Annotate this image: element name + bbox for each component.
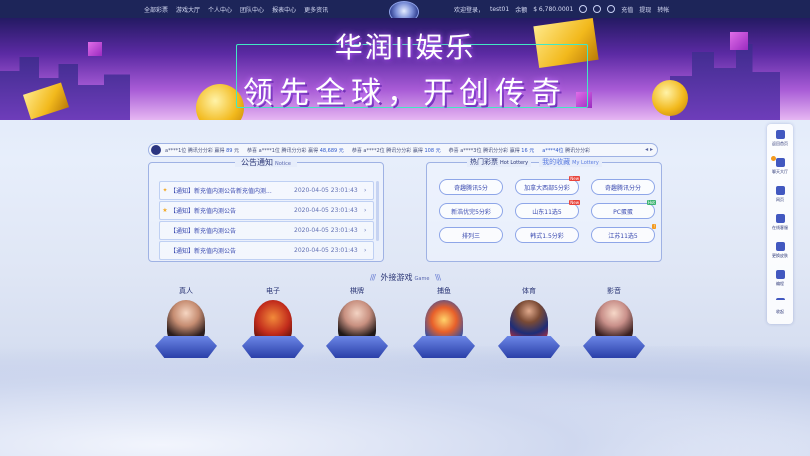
eye-icon[interactable]	[579, 5, 588, 13]
username[interactable]: test01	[490, 6, 509, 13]
nav-all-lottery[interactable]: 全部彩票	[144, 5, 168, 14]
withdraw-link[interactable]: 提现	[639, 5, 651, 14]
nav-report-center[interactable]: 报表中心	[272, 5, 296, 14]
ticker-entry: 恭喜 a****1位 腾讯分分彩 赢得 48,689 元	[247, 147, 344, 154]
lottery-item[interactable]: 排列三	[439, 227, 503, 243]
stripe-decoration: ///	[369, 273, 377, 282]
sidebar-item-chat-hall[interactable]: 聊天大厅	[767, 152, 793, 180]
balance-value: $ 6,780.0001	[533, 5, 574, 13]
game-platform	[583, 336, 645, 358]
game-platform	[155, 336, 217, 358]
transfer-link[interactable]: 转帐	[657, 5, 669, 14]
alert-badge: !	[652, 224, 656, 229]
sidebar-item-edit[interactable]: 编程	[767, 264, 793, 292]
lottery-item[interactable]: 加拿大西部5分彩 New	[515, 176, 580, 195]
notice-row[interactable]: 【通知】新充值内测公告 2020-04-05 23:01:43 ›	[159, 221, 374, 240]
notice-row[interactable]: ✦ 【通知】新充值内测公告新充值内测... 2020-04-05 23:01:4…	[159, 181, 374, 200]
notice-panel: 公告通知 Notice ✦ 【通知】新充值内测公告新充值内测... 2020-04…	[148, 158, 384, 262]
game-platform	[242, 336, 304, 358]
tab-my-lottery[interactable]: 我的收藏 My Lottery	[539, 157, 602, 167]
game-video[interactable]: 影音	[579, 286, 649, 366]
ticker-arrows-icon[interactable]: ◂ ▸	[645, 146, 653, 153]
chevron-right-icon: ›	[364, 207, 367, 214]
banner-slogan: 领先全球，开创传奇	[243, 76, 567, 111]
new-badge: New	[569, 176, 580, 181]
lottery-item[interactable]: 韩式1.5分彩	[515, 227, 579, 243]
headset-icon	[775, 213, 785, 223]
sidebar-item-home[interactable]: 返回首页	[767, 124, 793, 152]
sidebar-item-webpage[interactable]: 网页	[767, 180, 793, 208]
notice-scrollbar[interactable]	[376, 181, 379, 241]
game-platform	[326, 336, 388, 358]
sidebar-item-skin[interactable]: 更换皮肤	[767, 236, 793, 264]
lottery-item[interactable]: PC蛋蛋 Hot	[591, 200, 656, 219]
chevron-right-icon: ›	[364, 227, 367, 234]
palette-icon	[775, 241, 785, 251]
collapse-icon	[775, 297, 785, 307]
chat-icon	[775, 157, 785, 167]
lottery-tabs: 热门彩票 Hot Lottery 我的收藏 My Lottery	[467, 157, 602, 167]
ticker-entry: 恭喜 a****2位 腾讯分分彩 赢得 108 元	[351, 147, 441, 154]
nav-team-center[interactable]: 团队中心	[240, 5, 264, 14]
games-section-title: /// 外接游戏 Game \\\	[369, 273, 441, 282]
ticker-entry: a****1位 腾讯分分彩 赢得 89 元	[165, 147, 240, 154]
bell-icon[interactable]	[607, 5, 616, 13]
pin-icon: ✦	[162, 187, 168, 194]
game-sports[interactable]: 体育	[494, 286, 564, 366]
new-badge: New	[569, 200, 580, 205]
nav-more-info[interactable]: 更多资讯	[304, 5, 328, 14]
lottery-grid: 奇趣腾讯5分 加拿大西部5分彩 New 奇趣腾讯分分 新浩优完5分彩 山东11选5…	[439, 176, 656, 243]
stripe-decoration: \\\	[433, 273, 441, 282]
refresh-icon[interactable]	[593, 5, 602, 13]
winners-ticker: a****1位 腾讯分分彩 赢得 89 元 恭喜 a****1位 腾讯分分彩 赢…	[148, 143, 658, 157]
snow-mountain-background	[0, 346, 810, 456]
notice-row[interactable]: 【通知】新充值内测公告 2020-04-05 23:01:43 ›	[159, 241, 374, 260]
game-chess-cards[interactable]: 棋牌	[322, 286, 392, 366]
game-platform	[498, 336, 560, 358]
hot-lottery-panel: 热门彩票 Hot Lottery 我的收藏 My Lottery 奇趣腾讯5分 加拿…	[426, 157, 662, 262]
hot-badge: Hot	[646, 200, 656, 205]
lottery-item[interactable]: 奇趣腾讯5分	[439, 179, 503, 195]
lottery-item[interactable]: 江苏11选5!	[591, 224, 656, 243]
banner-title: 华润II娱乐	[334, 31, 476, 64]
notification-dot	[771, 156, 776, 161]
nav-personal-center[interactable]: 个人中心	[208, 5, 232, 14]
game-platform	[413, 336, 475, 358]
notice-title-en: Notice	[275, 161, 291, 167]
nav-game-hall[interactable]: 游戏大厅	[176, 5, 200, 14]
lottery-item[interactable]: 奇趣腾讯分分	[591, 179, 655, 195]
user-area: 欢迎登录， test01 余额 $ 6,780.0001 充值 提现 转帐	[454, 0, 669, 18]
web-icon	[775, 185, 785, 195]
balance-label: 余额	[515, 6, 528, 14]
ticker-entry: a****4位 腾讯分分彩	[542, 147, 591, 154]
ticker-entry: 恭喜 a****3位 腾讯分分彩 赢得 16 元	[448, 147, 535, 154]
game-live-casino[interactable]: 真人	[151, 286, 221, 366]
lottery-item[interactable]: 山东11选5 New	[515, 200, 580, 219]
right-sidebar: 返回首页 聊天大厅 网页 在线客服 更换皮肤 编程 收起	[767, 124, 793, 324]
notice-title: 公告通知	[241, 158, 273, 167]
star-icon: ★	[162, 207, 168, 214]
sidebar-item-support[interactable]: 在线客服	[767, 208, 793, 236]
trophy-icon	[151, 145, 161, 155]
hero-banner: 华润II娱乐 领先全球，开创传奇	[0, 18, 810, 120]
notice-header: 公告通知 Notice	[149, 157, 383, 168]
edit-icon	[775, 269, 785, 279]
notice-row[interactable]: ★ 【通知】新充值内测公告 2020-04-05 23:01:43 ›	[159, 201, 374, 220]
deposit-link[interactable]: 充值	[621, 5, 633, 14]
top-nav-bar: 全部彩票 游戏大厅 个人中心 团队中心 报表中心 更多资讯 欢迎登录， test…	[0, 0, 810, 23]
welcome-text: 欢迎登录，	[454, 6, 485, 14]
tab-hot-lottery[interactable]: 热门彩票 Hot Lottery	[467, 157, 532, 167]
notice-list: ✦ 【通知】新充值内测公告新充值内测... 2020-04-05 23:01:4…	[159, 181, 374, 261]
chevron-right-icon: ›	[364, 187, 367, 194]
lottery-item[interactable]: 新浩优完5分彩	[439, 203, 503, 219]
sidebar-item-collapse[interactable]: 收起	[767, 292, 793, 320]
main-nav: 全部彩票 游戏大厅 个人中心 团队中心 报表中心 更多资讯	[144, 0, 328, 18]
home-icon	[775, 129, 785, 139]
chevron-right-icon: ›	[364, 247, 367, 254]
game-fishing[interactable]: 捕鱼	[409, 286, 479, 366]
game-slots[interactable]: 电子	[238, 286, 308, 366]
